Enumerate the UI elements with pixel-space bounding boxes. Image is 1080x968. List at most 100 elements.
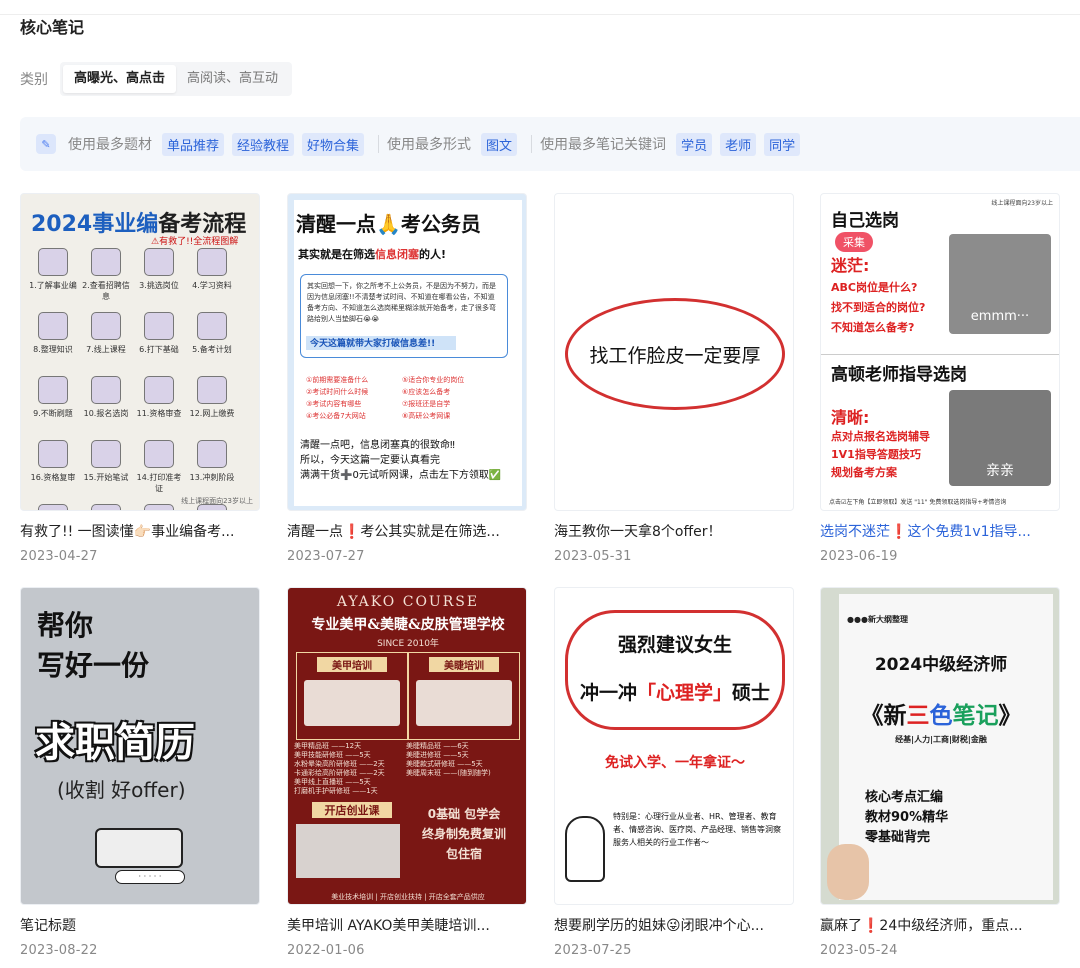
tab-high-reading[interactable]: 高阅读、高互动	[176, 65, 289, 93]
note-card[interactable]: 找工作脸皮一定要厚 海王教你一天拿8个offer！ 2023-05-31	[554, 193, 794, 564]
thumb-subheading: ⚠有救了!!全流程图解	[151, 237, 239, 247]
sub-b: 信息闭塞	[375, 248, 419, 261]
sub-a: 其实就是在筛选	[298, 248, 375, 261]
course-item: 美睫精品班 ——6天	[406, 742, 469, 750]
note-card[interactable]: 强烈建议女生 冲一冲「心理学」硕士 免试入学、一年拿证～ 特别是：心理行业从业者…	[554, 587, 794, 958]
step-item: 4.学习资料	[186, 248, 238, 304]
excerpt-line: 教材90%精华	[865, 810, 949, 825]
thumb-bottom-text: 清醒一点吧，信息闭塞真的很致命‼ 所以，今天这篇一定要认真看完 满满干货➕0元试听网…	[300, 438, 501, 483]
laptop-illustration	[95, 828, 183, 868]
list-left: ①前期需要准备什么 ②考试时间什么时候 ③考试内容有哪些 ④考公必备7大网站	[306, 374, 402, 422]
keyword-tag[interactable]: 学员	[676, 132, 713, 156]
note-thumbnail[interactable]: 强烈建议女生 冲一冲「心理学」硕士 免试入学、一年拿证～ 特别是：心理行业从业者…	[554, 587, 794, 905]
dots-pill: · · · · ·	[115, 870, 185, 884]
note-title[interactable]: 清醒一点❗考公其实就是在筛选...	[287, 521, 527, 541]
top-divider	[0, 14, 1080, 15]
note-card[interactable]: AYAKO COURSE 专业美甲&美睫&皮肤管理学校 SINCE 2010年 …	[287, 587, 527, 958]
topic-tag[interactable]: 好物合集	[302, 132, 365, 156]
cat-photo: 亲亲	[949, 390, 1051, 486]
thumb-fields: 经基|人力|工商|财税|金融	[895, 735, 987, 744]
class-photo	[296, 824, 400, 878]
note-title[interactable]: 赢麻了❗24中级经济师，重点...	[820, 915, 1060, 935]
step-item: 2.查看招聘信息	[80, 248, 132, 304]
form-tag[interactable]: 图文	[481, 132, 518, 156]
tab-high-exposure[interactable]: 高曝光、高点击	[63, 65, 177, 93]
step-label: 10.报名选岗	[83, 409, 129, 418]
offer-line: 0基础 包学会	[427, 807, 501, 821]
step-icon	[38, 504, 68, 510]
note-date: 2023-07-25	[554, 943, 632, 958]
insight-bar: ✎ 使用最多题材 单品推荐 经验教程 好物合集 使用最多形式 图文 使用最多笔记…	[20, 117, 1080, 171]
step-label: 11.资格审查	[136, 409, 182, 418]
step-label: 7.线上课程	[86, 345, 126, 354]
step-icon	[144, 376, 174, 404]
step-icon	[91, 504, 121, 510]
shop-course-label: 开店创业课	[312, 802, 392, 818]
note-title[interactable]: 选岗不迷茫❗这个免费1v1指导...	[820, 521, 1060, 541]
step-icon	[144, 312, 174, 340]
thumb-brand: AYAKO COURSE	[336, 594, 480, 610]
step-label: 8.整理知识	[33, 345, 73, 354]
collect-badge[interactable]: 采集	[835, 232, 873, 252]
category-filter: 类别 高曝光、高点击 高阅读、高互动	[20, 62, 293, 96]
note-card[interactable]: 清醒一点🙏考公务员 其实就是在筛选信息闭塞的人! 其实回想一下，你之所考不上公务…	[287, 193, 527, 564]
thumb-red-text: 免试入学、一年拿证～	[605, 755, 745, 771]
note-thumbnail[interactable]: 2024事业编备考流程 ⚠有救了!!全流程图解 1.了解事业编 2.查看招聘信息 3…	[20, 193, 260, 511]
note-date: 2023-04-27	[20, 549, 98, 564]
thumb-list: ①前期需要准备什么 ②考试时间什么时候 ③考试内容有哪些 ④考公必备7大网站 ⑤适合你专…	[306, 374, 506, 422]
note-card[interactable]: 线上课程面向23岁以上 自己选岗 迷茫: 采集 ABC岗位是什么? 找不到适合的岗…	[820, 193, 1060, 564]
note-card[interactable]: 2024事业编备考流程 ⚠有救了!!全流程图解 1.了解事业编 2.查看招聘信息 3…	[20, 193, 260, 564]
thumb-questions: ABC岗位是什么? 找不到适合的岗位? 不知道怎么备考?	[831, 278, 925, 338]
topic-tag[interactable]: 经验教程	[232, 132, 295, 156]
answer-line: 点对点报名选岗辅导	[831, 430, 930, 443]
note-thumbnail[interactable]: 线上课程面向23岁以上 自己选岗 迷茫: 采集 ABC岗位是什么? 找不到适合的岗…	[820, 193, 1060, 511]
note-date: 2023-05-31	[554, 549, 632, 564]
note-thumbnail[interactable]: AYAKO COURSE 专业美甲&美睫&皮肤管理学校 SINCE 2010年 …	[287, 587, 527, 905]
step-item: 6.打下基础	[133, 312, 185, 368]
nail-pane: 美甲培训	[296, 652, 408, 740]
course-item: 美甲技能研修班 ——5天	[294, 751, 371, 759]
note-title[interactable]: 美甲培训 AYAKO美甲美睫培训...	[287, 915, 527, 935]
note-card[interactable]: 帮你 写好一份 求职简历 (收割 好offer) · · · · · 笔记标题 2…	[20, 587, 260, 958]
thumb-heading: 清醒一点🙏考公务员	[296, 212, 481, 236]
step-icon	[197, 440, 227, 468]
step-icon	[91, 248, 121, 276]
step-icon	[91, 440, 121, 468]
list-item: ⑤适合你专业的岗位	[402, 376, 465, 384]
step-icon	[91, 312, 121, 340]
step-label: 4.学习资料	[192, 281, 232, 290]
note-thumbnail[interactable]: 帮你 写好一份 求职简历 (收割 好offer) · · · · ·	[20, 587, 260, 905]
note-title[interactable]: 想要刷学历的姐妹😜闭眼冲个心...	[554, 915, 794, 935]
note-title[interactable]: 有救了!! 一图读懂👉🏻事业编备考...	[20, 521, 260, 541]
step-icon	[197, 248, 227, 276]
lash-photo	[416, 680, 512, 726]
note-thumbnail[interactable]: 清醒一点🙏考公务员 其实就是在筛选信息闭塞的人! 其实回想一下，你之所考不上公务…	[287, 193, 527, 511]
step-label: 2.查看招聘信息	[82, 281, 130, 301]
course-item: 打磨机手护研修班 ——1天	[294, 787, 378, 795]
lash-label: 美睫培训	[429, 657, 499, 672]
thumb-heading-2: 冲一冲「心理学」硕士	[555, 678, 793, 705]
note-title[interactable]: 海王教你一天拿8个offer！	[554, 521, 794, 541]
note-title[interactable]: 笔记标题	[20, 915, 260, 935]
note-thumbnail[interactable]: ●●●新大纲整理 2024中级经济师 《新三色笔记》 经基|人力|工商|财税|金…	[820, 587, 1060, 905]
step-item: 3.挑选岗位	[133, 248, 185, 304]
step-icon	[197, 376, 227, 404]
step-icon	[144, 248, 174, 276]
keyword-tag[interactable]: 老师	[720, 132, 757, 156]
topic-tag[interactable]: 单品推荐	[162, 132, 225, 156]
question-line: 不知道怎么备考?	[831, 321, 915, 334]
keyword-tag[interactable]: 同学	[764, 132, 801, 156]
step-icon	[38, 440, 68, 468]
step-item: 19.政审	[133, 504, 185, 510]
thumb-big-text: 求职简历	[35, 720, 195, 766]
thumb-brand: ●●●新大纲整理	[847, 615, 908, 624]
question-line: ABC岗位是什么?	[831, 281, 918, 294]
list-item: ①前期需要准备什么	[306, 376, 369, 384]
paper-sheet	[839, 594, 1053, 900]
note-card[interactable]: ●●●新大纲整理 2024中级经济师 《新三色笔记》 经基|人力|工商|财税|金…	[820, 587, 1060, 958]
note-thumbnail[interactable]: 找工作脸皮一定要厚	[554, 193, 794, 511]
step-item: 1.了解事业编	[27, 248, 79, 304]
topics-label: 使用最多题材	[68, 137, 152, 153]
course-item: 水粉晕染高阶研修班 ——2天	[294, 760, 385, 768]
cat-photo: emmm···	[949, 234, 1051, 334]
